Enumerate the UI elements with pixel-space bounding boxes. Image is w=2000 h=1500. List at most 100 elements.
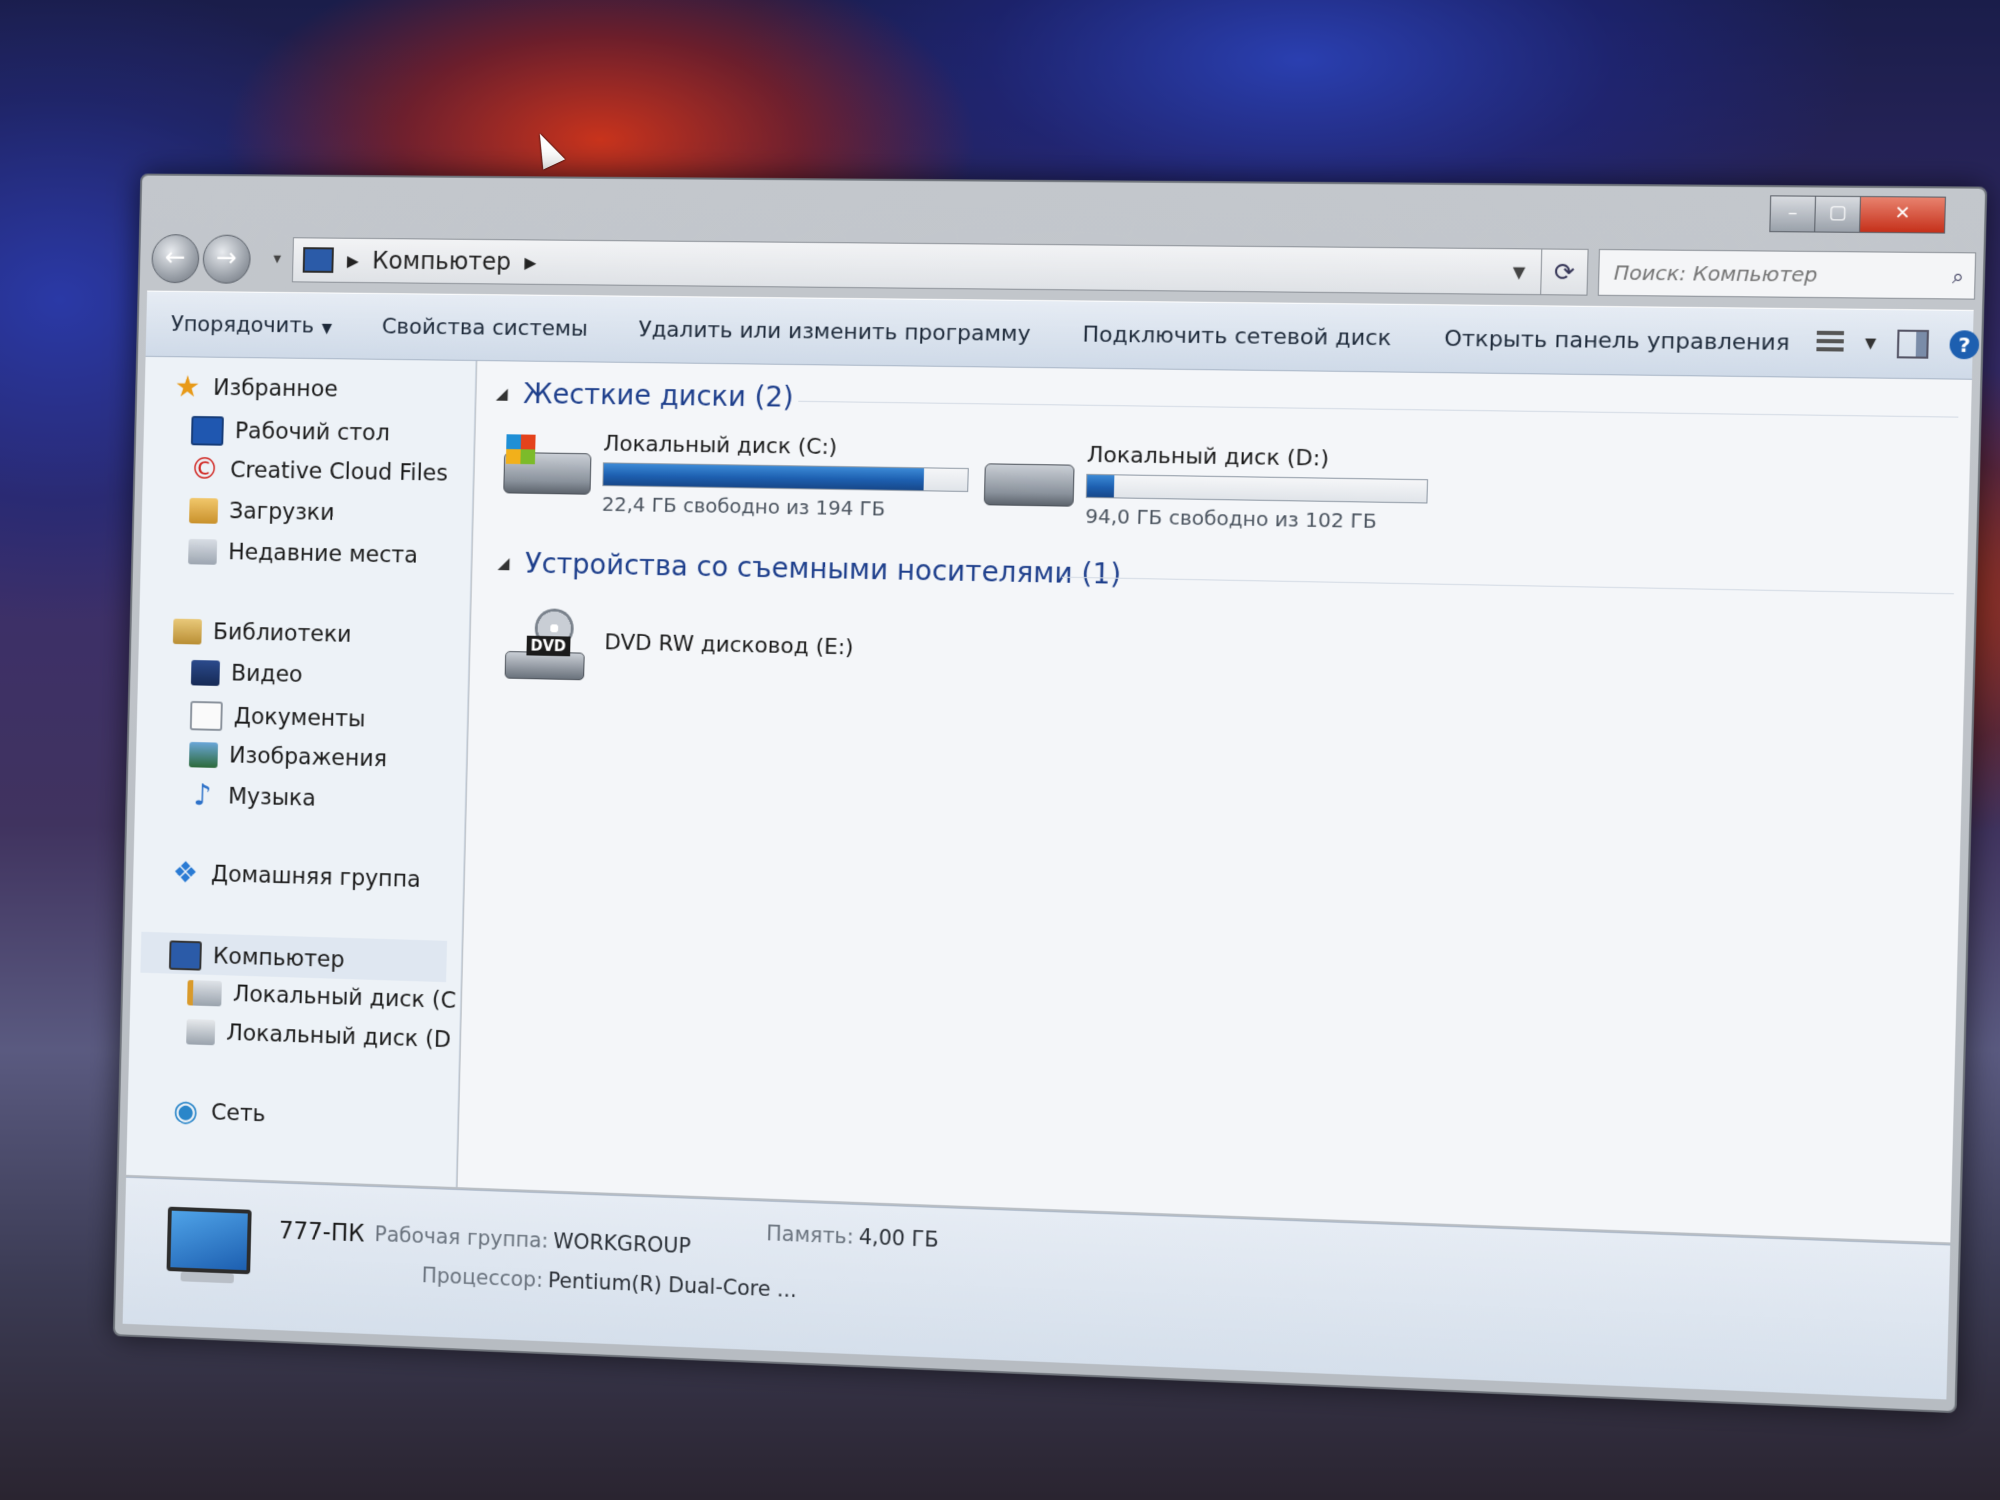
drive-c[interactable]: Локальный диск (C:) 22,4 ГБ свободно из … bbox=[503, 430, 970, 522]
refresh-button[interactable]: ⟳ bbox=[1540, 248, 1588, 295]
forward-button[interactable]: → bbox=[202, 235, 251, 284]
open-control-panel-button[interactable]: Открыть панель управления bbox=[1417, 326, 1817, 356]
uninstall-program-button[interactable]: Удалить или изменить программу bbox=[613, 317, 1057, 347]
help-icon[interactable]: ? bbox=[1949, 330, 1979, 359]
group-header-removable[interactable]: ◢ Устройства со съемными носителями (1) bbox=[497, 546, 1121, 590]
monitor-stand bbox=[181, 1272, 234, 1284]
drive-usage-fill bbox=[603, 463, 923, 490]
local-disk-icon bbox=[186, 1019, 215, 1045]
music-note-icon: ♪ bbox=[188, 783, 217, 809]
close-button[interactable]: ✕ bbox=[1859, 196, 1946, 234]
drive-dvd[interactable]: DVD DVD RW дисковод (E:) bbox=[504, 604, 854, 690]
address-dropdown-icon[interactable]: ▼ bbox=[1512, 262, 1525, 281]
windows-logo-icon bbox=[506, 434, 536, 464]
sidebar-item-label: Документы bbox=[234, 704, 366, 733]
video-library-icon bbox=[191, 660, 220, 686]
sidebar-item-label: Библиотеки bbox=[213, 619, 352, 647]
sidebar-item-label: Домашняя группа bbox=[211, 862, 421, 893]
sidebar-item-label: Локальный диск (D bbox=[226, 1020, 451, 1053]
drive-free-space: 94,0 ГБ свободно из 102 ГБ bbox=[1085, 504, 1427, 534]
computer-icon bbox=[169, 940, 202, 970]
dvd-label: DVD bbox=[526, 636, 570, 657]
drive-d[interactable]: Локальный диск (D:) 94,0 ГБ свободно из … bbox=[983, 441, 1429, 534]
collapse-triangle-icon[interactable]: ◢ bbox=[496, 384, 508, 403]
sidebar-item-network[interactable]: ◉ Сеть bbox=[171, 1098, 266, 1127]
address-bar[interactable]: ▶ Компьютер ▶ ▼ bbox=[292, 237, 1543, 295]
organize-button[interactable]: Упорядочить ▼ bbox=[146, 312, 357, 339]
sidebar-item-downloads[interactable]: Загрузки bbox=[189, 498, 335, 526]
libraries-icon bbox=[173, 619, 202, 645]
memory-value: 4,00 ГБ bbox=[859, 1225, 939, 1252]
sidebar-item-documents[interactable]: Документы bbox=[190, 701, 366, 734]
sidebar-item-label: Видео bbox=[231, 661, 303, 688]
processor-value: Pentium(R) Dual-Core ... bbox=[548, 1268, 797, 1302]
recent-places-icon bbox=[188, 539, 217, 565]
sidebar-item-computer[interactable]: Компьютер bbox=[169, 940, 345, 975]
group-title: Устройства со съемными носителями (1) bbox=[525, 547, 1122, 591]
sidebar-item-homegroup[interactable]: ❖ Домашняя группа bbox=[171, 860, 421, 892]
mouse-cursor-icon bbox=[529, 129, 565, 170]
sidebar-item-disk-d[interactable]: Локальный диск (D bbox=[186, 1019, 451, 1053]
system-properties-button[interactable]: Свойства системы bbox=[357, 314, 614, 342]
back-button[interactable]: ← bbox=[151, 234, 200, 283]
sidebar-item-label: Компьютер bbox=[213, 944, 345, 973]
sidebar-item-video[interactable]: Видео bbox=[191, 660, 303, 688]
maximize-button[interactable]: ▢ bbox=[1814, 196, 1861, 233]
group-divider bbox=[1062, 577, 1954, 595]
workgroup-label: Рабочая группа: bbox=[374, 1222, 548, 1252]
sidebar-item-label: Музыка bbox=[228, 784, 316, 812]
homegroup-icon: ❖ bbox=[171, 860, 200, 886]
system-drive-icon bbox=[503, 430, 592, 496]
drive-usage-fill bbox=[1087, 475, 1114, 497]
processor-row: Процессор: Pentium(R) Dual-Core ... bbox=[421, 1263, 797, 1302]
system-disk-icon bbox=[187, 980, 222, 1006]
sidebar-item-label: Изображения bbox=[229, 743, 387, 772]
workgroup-row: Рабочая группа: WORKGROUP bbox=[374, 1222, 691, 1258]
sidebar-item-favorites[interactable]: ★ Избранное bbox=[173, 375, 338, 403]
minimize-button[interactable]: – bbox=[1769, 195, 1816, 232]
sidebar-item-disk-c[interactable]: Локальный диск (C bbox=[187, 980, 456, 1014]
memory-row: Память: 4,00 ГБ bbox=[766, 1221, 939, 1251]
map-network-drive-button[interactable]: Подключить сетевой диск bbox=[1056, 322, 1418, 351]
sidebar-item-libraries[interactable]: Библиотеки bbox=[173, 619, 352, 648]
drive-name: DVD RW дисковод (E:) bbox=[604, 630, 854, 660]
group-divider bbox=[798, 401, 1958, 418]
breadcrumb-computer[interactable]: Компьютер bbox=[372, 247, 511, 276]
computer-monitor-icon bbox=[167, 1207, 252, 1275]
drive-usage-bar bbox=[602, 462, 968, 492]
star-icon: ★ bbox=[173, 375, 202, 401]
computer-icon bbox=[303, 247, 334, 273]
search-icon[interactable]: ⌕ bbox=[1952, 263, 1964, 288]
sidebar-item-pictures[interactable]: Изображения bbox=[189, 742, 387, 772]
change-view-icon[interactable] bbox=[1816, 331, 1844, 356]
sidebar-item-label: Избранное bbox=[213, 375, 338, 402]
search-box[interactable]: ⌕ bbox=[1598, 249, 1976, 300]
explorer-window: ← → ▾ ▶ Компьютер ▶ ▼ ⟳ ⌕ – ▢ ✕ Упорядоч… bbox=[113, 174, 1987, 1414]
group-header-hard-drives[interactable]: ◢ Жесткие диски (2) bbox=[496, 377, 795, 414]
breadcrumb-chevron-icon[interactable]: ▶ bbox=[524, 253, 536, 272]
desktop-icon bbox=[191, 416, 224, 446]
network-icon: ◉ bbox=[171, 1098, 200, 1124]
sidebar-item-creative-cloud[interactable]: © Creative Cloud Files bbox=[190, 457, 448, 487]
search-input[interactable] bbox=[1611, 259, 1928, 289]
sidebar-item-label: Сеть bbox=[211, 1100, 266, 1127]
sidebar-item-label: Локальный диск (C bbox=[233, 981, 457, 1014]
sidebar-item-label: Creative Cloud Files bbox=[230, 458, 448, 487]
recent-pages-dropdown-icon[interactable]: ▾ bbox=[273, 249, 281, 268]
breadcrumb-separator-icon[interactable]: ▶ bbox=[347, 251, 359, 270]
chevron-down-icon: ▼ bbox=[321, 320, 332, 336]
collapse-triangle-icon[interactable]: ◢ bbox=[497, 553, 509, 572]
sidebar-item-recent[interactable]: Недавние места bbox=[188, 539, 418, 569]
sidebar-item-label: Рабочий стол bbox=[235, 419, 390, 447]
sidebar-item-label: Недавние места bbox=[228, 540, 418, 569]
view-dropdown-icon[interactable]: ▼ bbox=[1865, 335, 1877, 352]
computer-name: 777-ПК bbox=[279, 1217, 365, 1248]
sidebar-item-music[interactable]: ♪ Музыка bbox=[188, 783, 316, 812]
sidebar-item-label: Загрузки bbox=[229, 499, 335, 526]
drive-free-space: 22,4 ГБ свободно из 194 ГБ bbox=[602, 492, 968, 522]
preview-pane-icon[interactable] bbox=[1897, 330, 1929, 359]
group-title: Жесткие диски (2) bbox=[523, 377, 794, 413]
drive-name: Локальный диск (C:) bbox=[603, 432, 969, 462]
sidebar-item-desktop[interactable]: Рабочий стол bbox=[191, 416, 390, 448]
drive-usage-bar bbox=[1086, 474, 1428, 504]
